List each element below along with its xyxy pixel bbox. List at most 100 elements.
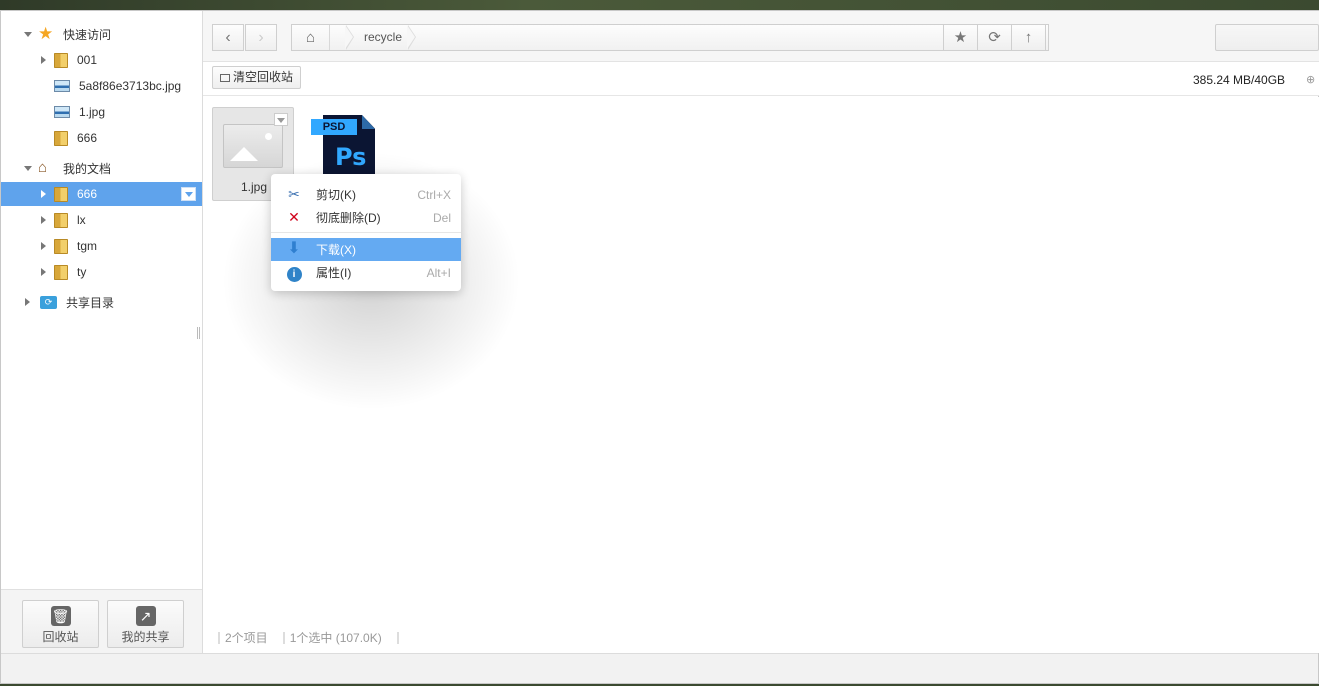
star-icon: ★ bbox=[38, 24, 54, 43]
tree-label: 快速访问 bbox=[63, 27, 112, 42]
image-thumbnail-icon bbox=[223, 124, 283, 168]
status-separator bbox=[282, 632, 285, 644]
tree-item-lx[interactable]: lx bbox=[1, 208, 202, 232]
tree-label: 666 bbox=[77, 131, 98, 145]
menu-item-download[interactable]: ⬇ 下载(X) bbox=[271, 238, 461, 261]
menu-label: 彻底删除(D) bbox=[316, 211, 381, 225]
tree-label: 共享目录 bbox=[66, 295, 115, 310]
recycle-bin-button[interactable]: 🗑 回收站 bbox=[22, 600, 99, 648]
up-button[interactable]: ↑ bbox=[1011, 24, 1046, 51]
folder-icon bbox=[54, 52, 68, 68]
folder-icon bbox=[54, 186, 68, 202]
home-icon: ⌂ bbox=[38, 159, 48, 176]
folder-icon bbox=[220, 74, 230, 82]
menu-item-properties[interactable]: i 属性(I) Alt+I bbox=[271, 261, 461, 284]
tree-label: 5a8f86e3713bc.jpg bbox=[79, 79, 182, 93]
tree-label: 666 bbox=[77, 187, 98, 201]
share-icon: ↗ bbox=[135, 606, 156, 626]
menu-shortcut: Alt+I bbox=[426, 265, 451, 280]
chevron-right-icon: › bbox=[258, 29, 264, 46]
trash-icon: 🗑 bbox=[50, 606, 71, 626]
status-separator bbox=[218, 632, 220, 644]
search-input[interactable] bbox=[1215, 24, 1319, 51]
tree-item-image[interactable]: 1.jpg bbox=[1, 100, 202, 124]
close-icon: ✕ bbox=[288, 209, 300, 225]
folder-icon bbox=[54, 238, 68, 254]
expand-arrow-icon[interactable] bbox=[24, 31, 32, 37]
tree-label: 1.jpg bbox=[79, 105, 106, 119]
sidebar: ★ 快速访问 001 5a8f86e3713bc.jpg 1.jpg 666 ⌂… bbox=[1, 11, 203, 653]
context-menu: ✂ 剪切(K) Ctrl+X ✕ 彻底删除(D) Del ⬇ 下载(X) i 属… bbox=[271, 174, 461, 291]
image-file-icon bbox=[54, 80, 70, 92]
menu-label: 属性(I) bbox=[316, 266, 352, 280]
image-file-icon bbox=[54, 106, 70, 118]
toolbar: ‹ › ⌂ recycle ★ ⟳ ↑ bbox=[203, 11, 1319, 62]
tree-quick-access[interactable]: ★ 快速访问 bbox=[1, 22, 202, 46]
window-footer bbox=[1, 653, 1318, 683]
tree-label: lx bbox=[77, 213, 86, 227]
file-manager-window: ★ 快速访问 001 5a8f86e3713bc.jpg 1.jpg 666 ⌂… bbox=[0, 10, 1319, 684]
refresh-icon: ⟳ bbox=[988, 29, 1001, 46]
selection-info: 1个选中 (107.0K) bbox=[289, 631, 382, 645]
action-bar: 清空回收站 385.24 MB/40GB ⊕ bbox=[203, 62, 1319, 96]
resize-handle[interactable] bbox=[197, 327, 200, 339]
scissors-icon: ✂ bbox=[288, 186, 300, 202]
dropdown-icon[interactable] bbox=[274, 113, 288, 126]
expand-arrow-icon[interactable] bbox=[41, 56, 46, 64]
expand-arrow-icon[interactable] bbox=[41, 190, 46, 198]
status-bar: 2个项目 1个选中 (107.0K) bbox=[213, 629, 404, 646]
clear-recycle-bin-label: 清空回收站 bbox=[233, 70, 294, 84]
refresh-button[interactable]: ⟳ bbox=[977, 24, 1012, 51]
my-share-label: 我的共享 bbox=[121, 630, 170, 644]
folder-icon bbox=[54, 264, 68, 280]
forward-button[interactable]: › bbox=[245, 24, 277, 51]
menu-shortcut: Del bbox=[432, 210, 451, 225]
tree-shared-directory[interactable]: ⟳ 共享目录 bbox=[1, 290, 202, 314]
star-icon: ★ bbox=[953, 29, 968, 46]
path-separator bbox=[407, 25, 416, 50]
tree-item-001[interactable]: 001 bbox=[1, 48, 202, 72]
info-icon: i bbox=[286, 264, 302, 282]
home-icon[interactable]: ⌂ bbox=[292, 25, 330, 50]
arrow-up-icon: ↑ bbox=[1024, 29, 1033, 46]
recycle-bin-label: 回收站 bbox=[42, 630, 79, 644]
tree-label: tgm bbox=[77, 239, 98, 253]
expand-arrow-icon[interactable] bbox=[25, 298, 30, 306]
tree-item-tgm[interactable]: tgm bbox=[1, 234, 202, 258]
desktop-top-strip bbox=[0, 0, 1319, 10]
item-count: 2个项目 bbox=[225, 631, 268, 645]
expand-arrow-icon[interactable] bbox=[41, 242, 46, 250]
psd-tag: PSD bbox=[311, 119, 357, 135]
tree-item-666-quick[interactable]: 666 bbox=[1, 126, 202, 150]
favorite-button[interactable]: ★ bbox=[943, 24, 978, 51]
menu-label: 剪切(K) bbox=[316, 188, 356, 202]
menu-divider bbox=[271, 232, 461, 233]
dropdown-icon[interactable] bbox=[181, 187, 196, 201]
folder-icon bbox=[54, 130, 68, 146]
share-folder-icon: ⟳ bbox=[40, 295, 57, 309]
menu-item-delete[interactable]: ✕ 彻底删除(D) Del bbox=[271, 206, 461, 229]
chevron-left-icon: ‹ bbox=[225, 29, 231, 46]
tree-label: 我的文档 bbox=[63, 161, 112, 176]
tree-item-ty[interactable]: ty bbox=[1, 260, 202, 284]
tree-item-image[interactable]: 5a8f86e3713bc.jpg bbox=[1, 74, 202, 98]
menu-shortcut: Ctrl+X bbox=[417, 187, 451, 202]
menu-item-cut[interactable]: ✂ 剪切(K) Ctrl+X bbox=[271, 183, 461, 206]
zoom-icon[interactable]: ⊕ bbox=[1306, 73, 1315, 86]
back-button[interactable]: ‹ bbox=[212, 24, 244, 51]
menu-label: 下载(X) bbox=[316, 243, 356, 257]
status-separator bbox=[396, 632, 399, 644]
my-share-button[interactable]: ↗ 我的共享 bbox=[107, 600, 184, 648]
download-icon: ⬇ bbox=[287, 240, 301, 257]
sidebar-footer: 🗑 回收站 ↗ 我的共享 bbox=[1, 589, 202, 653]
address-bar[interactable]: ⌂ recycle bbox=[291, 24, 1049, 51]
tree-my-documents[interactable]: ⌂ 我的文档 bbox=[1, 156, 202, 180]
tree-label: 001 bbox=[77, 53, 98, 67]
clear-recycle-bin-button[interactable]: 清空回收站 bbox=[212, 66, 302, 89]
folder-icon bbox=[54, 212, 68, 228]
tree-item-666[interactable]: 666 bbox=[1, 182, 202, 206]
tree-label: ty bbox=[77, 265, 87, 279]
expand-arrow-icon[interactable] bbox=[24, 165, 32, 171]
expand-arrow-icon[interactable] bbox=[41, 216, 46, 224]
expand-arrow-icon[interactable] bbox=[41, 268, 46, 276]
